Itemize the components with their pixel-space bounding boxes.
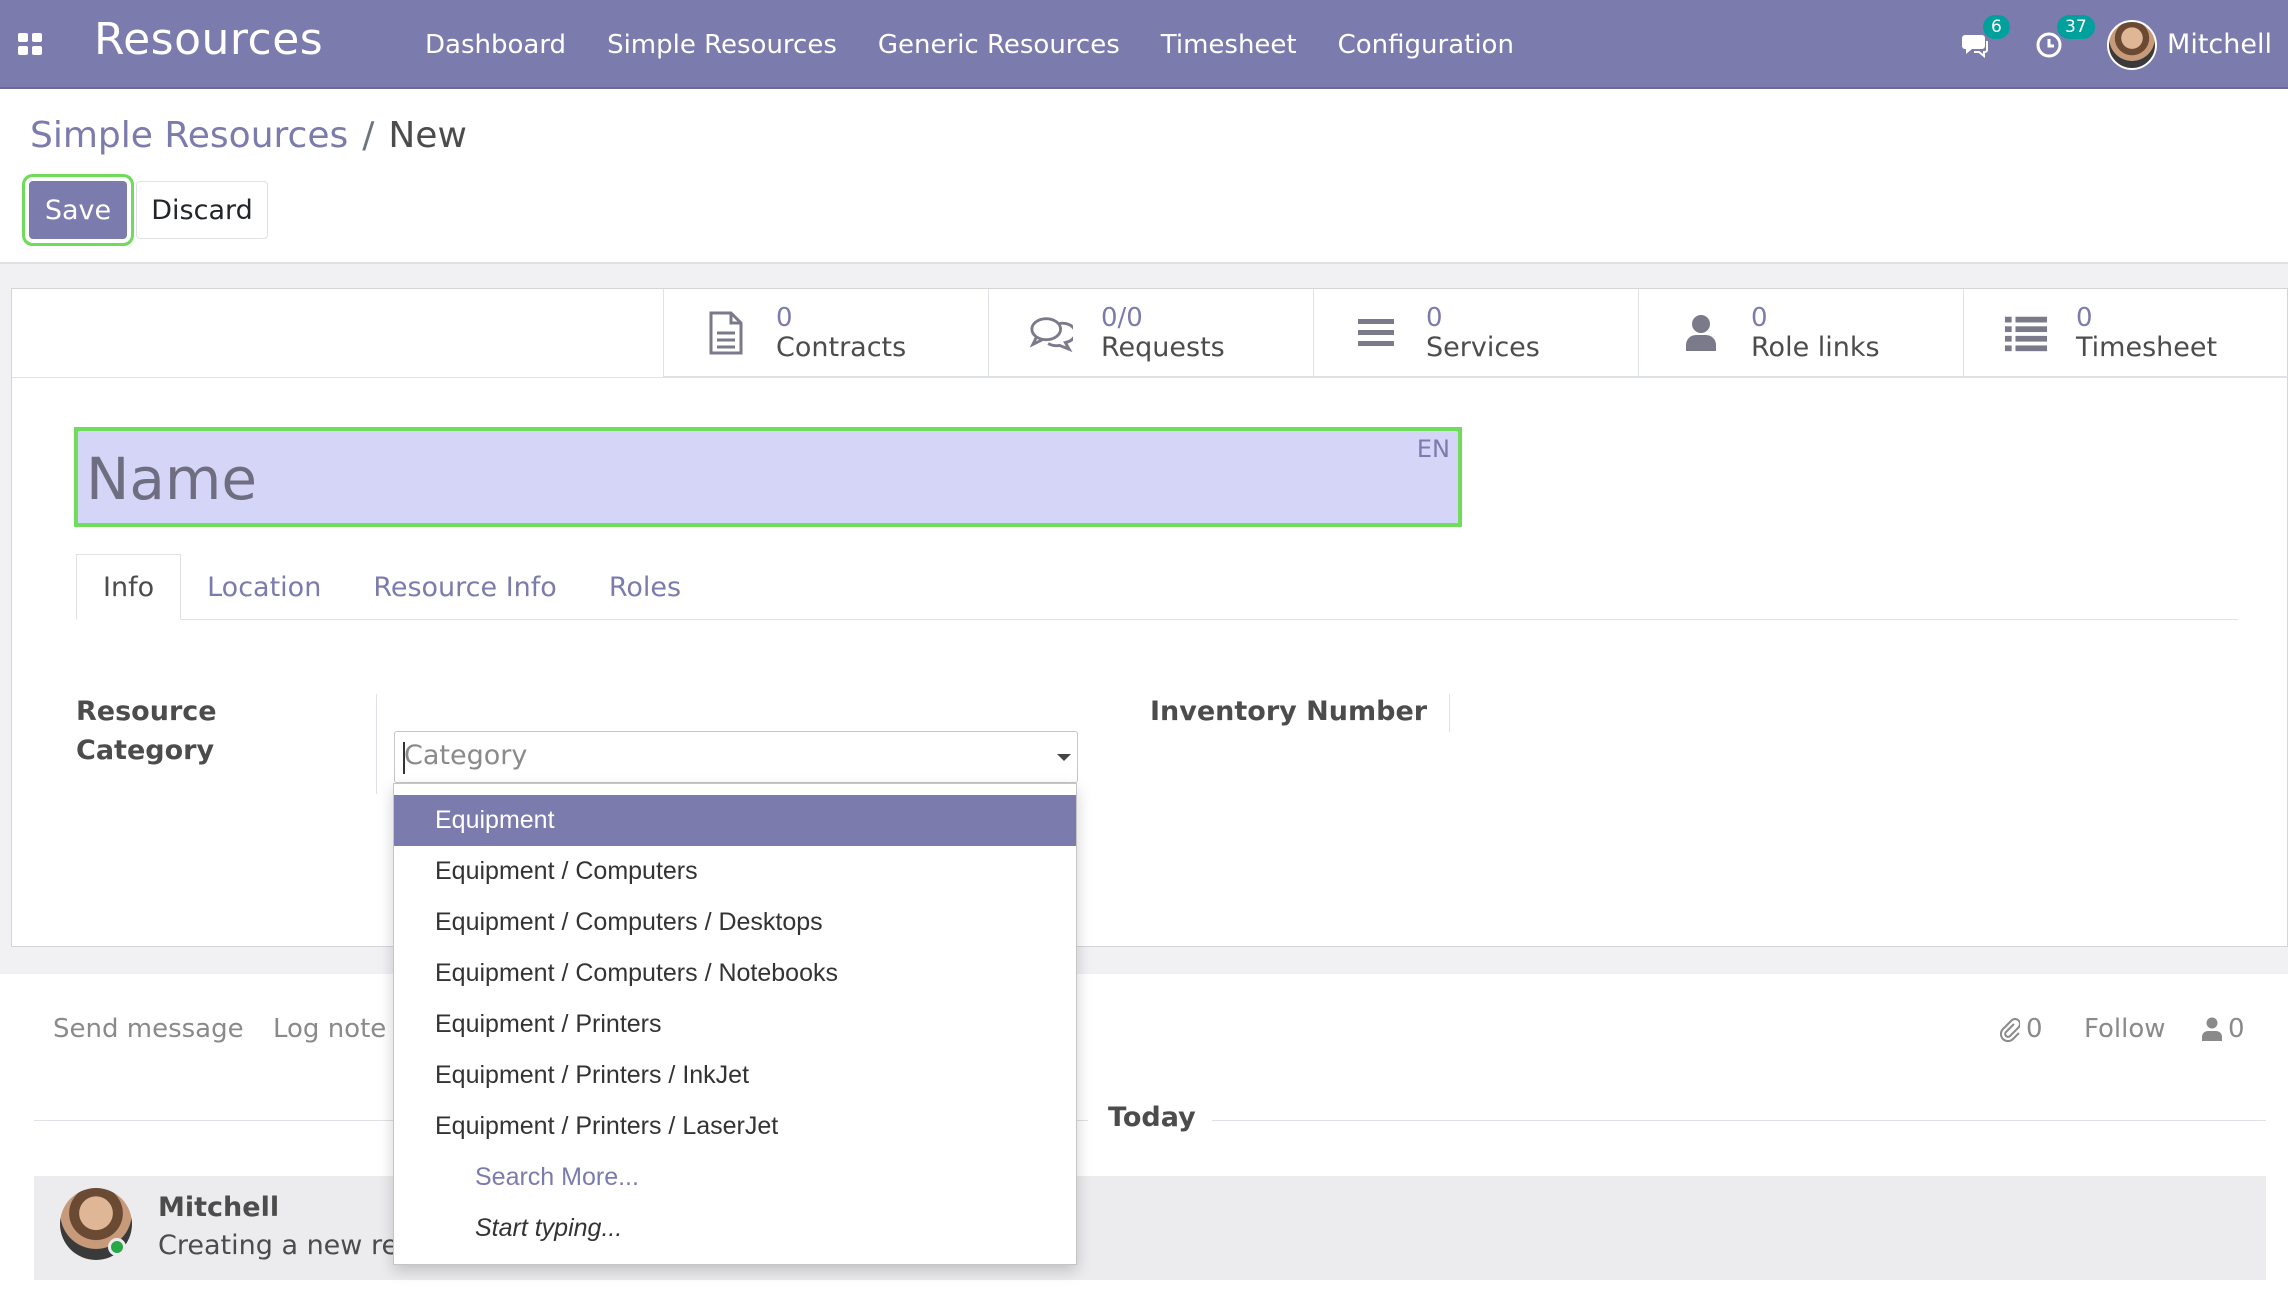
activity-menu[interactable]: 37 [2035,14,2095,59]
message-author: Mitchell [158,1192,280,1223]
label-separator [1449,694,1450,732]
inventory-number-label: Inventory Number [1150,696,1428,727]
notebook-tabs: Info Location Resource Info Roles [76,554,2238,620]
services-count: 0 [1426,303,1443,333]
timesheet-count: 0 [2076,303,2093,333]
role-links-smart-button[interactable]: 0 Role links [1638,289,1963,377]
messaging-menu[interactable]: 6 [1961,14,2010,59]
name-input[interactable]: Name EN [74,427,1462,527]
timesheet-label: Timesheet [2076,332,2218,363]
main-navbar: Resources Dashboard Simple Resources Gen… [0,0,2288,89]
followers-count: 0 [2228,1014,2245,1044]
name-placeholder: Name [86,445,258,513]
file-icon [704,311,748,355]
app-title: Resources [94,14,324,65]
requests-label: Requests [1101,332,1225,363]
dropdown-option[interactable]: Equipment [394,795,1076,846]
user-icon [2202,1017,2222,1041]
dropdown-option[interactable]: Equipment / Computers / Desktops [394,897,1076,948]
category-autocomplete-dropdown: Equipment Equipment / Computers Equipmen… [393,783,1077,1265]
translate-lang-button[interactable]: EN [1417,435,1450,463]
user-avatar [2107,19,2158,70]
user-icon [1679,311,1723,355]
contracts-count: 0 [776,303,793,333]
chatter-message: Mitchell Creating a new record... [34,1176,2266,1280]
date-separator-label: Today [1108,1102,1196,1133]
start-typing-hint: Start typing... [475,1214,623,1242]
role-links-count: 0 [1751,303,1768,333]
form-sheet: 0 Contracts 0/0 Requests 0 Services 0 Role l… [11,288,2288,947]
smart-button-box: 0 Contracts 0/0 Requests 0 Services 0 Role l… [663,289,2288,377]
attachments-button[interactable]: 0 [1998,1014,2043,1044]
user-name: Mitchell [2167,29,2272,60]
role-links-label: Role links [1751,332,1880,363]
category-placeholder: Category [404,740,528,771]
paperclip-icon [1999,1018,2020,1042]
menu-item-configuration[interactable]: Configuration [1338,30,1514,60]
requests-smart-button[interactable]: 0/0 Requests [988,289,1313,377]
text-cursor [403,742,405,774]
menu-item-generic-resources[interactable]: Generic Resources [878,30,1120,60]
category-input[interactable]: Category [394,731,1078,783]
discard-button[interactable]: Discard [136,181,268,239]
services-label: Services [1426,332,1540,363]
contracts-label: Contracts [776,332,907,363]
label-separator [376,694,377,794]
menu-item-simple-resources[interactable]: Simple Resources [607,30,837,60]
chatter: Send message Log note 0 Follow 0 Today M… [0,974,2288,1298]
apps-menu-icon[interactable] [18,33,42,55]
date-separator-line [1212,1120,2266,1121]
services-smart-button[interactable]: 0 Services [1313,289,1638,377]
breadcrumb-separator: / [362,115,375,156]
breadcrumb-parent[interactable]: Simple Resources [30,115,348,156]
resource-category-label-line2: Category [76,735,215,766]
dropdown-caret-icon[interactable] [1057,754,1071,761]
inventory-number-input[interactable] [1452,692,2212,732]
systray: 6 37 Mitchell [1961,0,2288,89]
search-more-option[interactable]: Search More... [394,1152,1076,1203]
main-menu: Dashboard Simple Resources Generic Resou… [425,0,1555,89]
bars-icon [1354,311,1398,355]
tab-resource-info[interactable]: Resource Info [347,554,583,620]
button-box-divider [12,377,2287,378]
breadcrumb: Simple Resources / New [30,115,467,156]
timesheet-smart-button[interactable]: 0 Timesheet [1963,289,2288,377]
resource-category-label-line1: Resource [76,696,217,727]
comments-icon [1029,311,1073,355]
send-message-button[interactable]: Send message [53,1014,244,1044]
tab-location[interactable]: Location [181,554,347,620]
activities-count-badge: 37 [2057,14,2095,39]
follow-button[interactable]: Follow [2084,1014,2166,1044]
followers-button[interactable]: 0 [2202,1014,2245,1044]
resource-category-label: Resource Category [76,692,217,770]
save-button[interactable]: Save [29,181,127,239]
tab-roles[interactable]: Roles [583,554,707,620]
log-note-button[interactable]: Log note [273,1014,386,1044]
breadcrumb-current: New [388,115,467,156]
contracts-smart-button[interactable]: 0 Contracts [663,289,988,377]
dropdown-option[interactable]: Equipment / Printers [394,999,1076,1050]
attachments-count: 0 [2026,1014,2043,1044]
dropdown-option[interactable]: Equipment / Computers [394,846,1076,897]
list-icon [2004,311,2048,355]
messages-count-badge: 6 [1983,14,2010,39]
dropdown-option[interactable]: Equipment / Printers / InkJet [394,1050,1076,1101]
dropdown-option[interactable]: Equipment / Printers / LaserJet [394,1101,1076,1152]
tab-info[interactable]: Info [76,554,182,620]
online-status-dot [108,1238,126,1256]
menu-item-timesheet[interactable]: Timesheet [1161,30,1297,60]
user-menu[interactable]: Mitchell [2107,19,2272,70]
requests-count: 0/0 [1101,303,1143,333]
menu-item-dashboard[interactable]: Dashboard [425,30,566,60]
dropdown-option[interactable]: Equipment / Computers / Notebooks [394,948,1076,999]
